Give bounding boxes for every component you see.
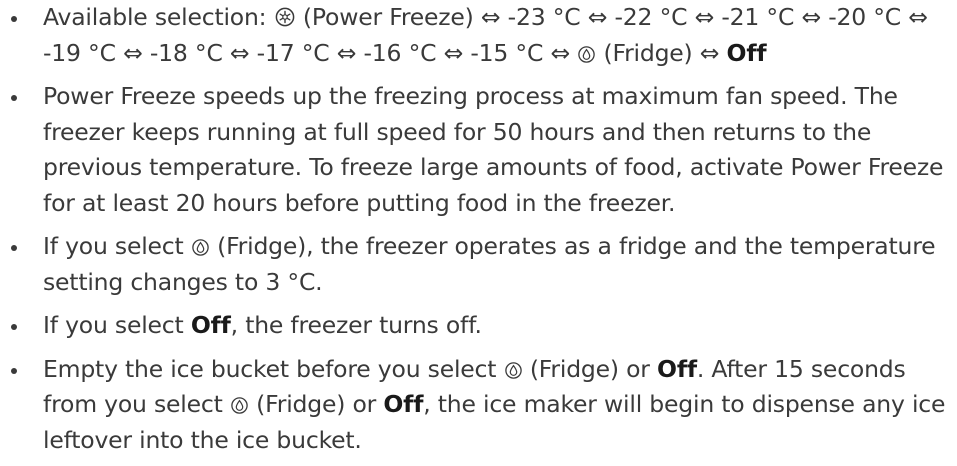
fridge-drop-icon — [504, 361, 522, 379]
fridge-drop-icon — [578, 45, 595, 63]
list-item-power-freeze: Power Freeze speeds up the freezing proc… — [0, 79, 957, 221]
off-label: Off — [726, 38, 767, 67]
segment-text: (Fridge) or — [522, 354, 658, 383]
segment-text: , the freezer turns off. — [230, 311, 482, 339]
segment-text: Power Freeze speeds up the freezing proc… — [43, 82, 944, 217]
list-item-fridge-mode: If you select (Fridge), the freezer oper… — [0, 229, 957, 300]
segment-text: (Fridge) or — [248, 390, 384, 418]
segment-text: Available selection: — [43, 3, 274, 31]
power-freeze-icon — [275, 7, 295, 27]
segment-text: (Fridge) ⇔ — [596, 38, 727, 67]
list-item-available-selection: Available selection: (Power Freeze) ⇔ -2… — [0, 0, 957, 71]
off-label: Off — [190, 311, 231, 339]
segment-text: If you select — [43, 311, 191, 339]
list-item-off: If you select Off, the freezer turns off… — [0, 308, 957, 344]
off-label: Off — [657, 354, 697, 383]
fridge-drop-icon — [231, 397, 248, 414]
off-label: Off — [383, 390, 424, 418]
fridge-drop-icon — [192, 239, 209, 256]
instruction-list: Available selection: (Power Freeze) ⇔ -2… — [0, 0, 957, 466]
segment-text: If you select — [43, 232, 191, 260]
segment-text: Empty the ice bucket before you select — [43, 354, 504, 383]
list-item-ice-bucket: Empty the ice bucket before you select (… — [0, 352, 957, 459]
